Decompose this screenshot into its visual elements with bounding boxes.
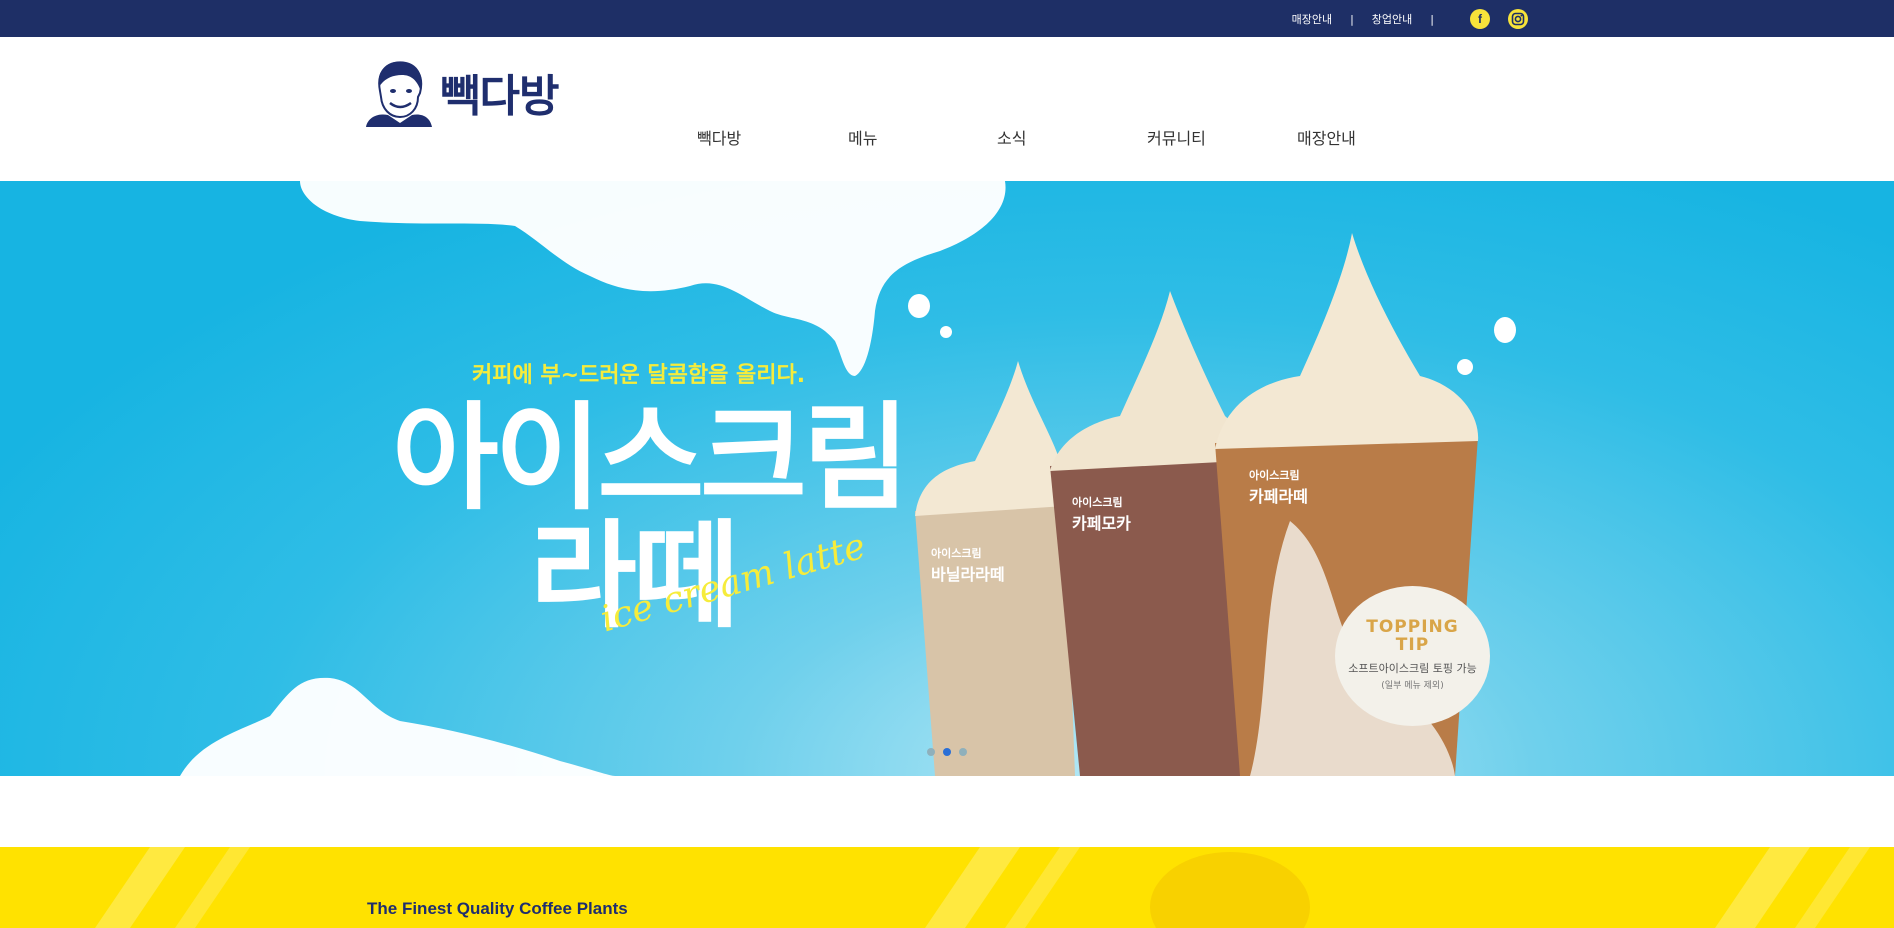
hero-subtitle: 커피에 부~드러운 달콤함을 올리다. — [472, 363, 806, 388]
milk-drop — [908, 294, 930, 318]
tip-title-line2: TIP — [1395, 635, 1430, 655]
hero-title-line1: 아이스크림 — [392, 391, 910, 526]
franchise-info-link[interactable]: 창업안내 — [1372, 11, 1412, 27]
cup-label-latte: 아이스크림 카페라떼 — [1249, 467, 1308, 507]
milk-splash-top — [300, 181, 1006, 376]
cup-label-small: 아이스크림 — [931, 547, 982, 560]
diagonal-stripes — [95, 847, 1870, 928]
facebook-glyph: f — [1478, 12, 1482, 26]
store-info-link[interactable]: 매장안내 — [1292, 11, 1332, 27]
slide-dot-3[interactable] — [959, 748, 967, 756]
slide-dot-2[interactable] — [943, 748, 951, 756]
top-utility-bar: 매장안내 | 창업안내 | f — [0, 0, 1894, 37]
milk-drop — [940, 326, 952, 338]
tip-title-line1: TOPPING — [1366, 617, 1459, 637]
facebook-icon[interactable]: f — [1470, 9, 1490, 29]
hero-artwork — [180, 181, 1516, 776]
founder-portrait-icon — [366, 61, 432, 127]
milk-drop — [1457, 359, 1473, 375]
cup-label-vanilla: 아이스크림 바닐라라떼 — [931, 545, 1005, 585]
separator: | — [1430, 12, 1434, 26]
cup-label-name: 바닐라라떼 — [931, 565, 1005, 584]
quality-section: The Finest Quality Coffee Plants — [0, 847, 1894, 928]
top-links: 매장안내 | 창업안내 | f — [1292, 9, 1528, 29]
tip-description: 소프트아이스크림 토핑 가능 — [1348, 662, 1477, 675]
section-title: The Finest Quality Coffee Plants — [367, 899, 628, 918]
cup-label-small: 아이스크림 — [1249, 469, 1300, 482]
site-header: 빽다방 빽다방 메뉴 소식 커뮤니티 매장안내 — [0, 37, 1894, 181]
slide-pagination — [927, 748, 975, 756]
cup-label-name: 카페모카 — [1072, 514, 1131, 533]
cup-label-small: 아이스크림 — [1072, 496, 1123, 509]
tip-note: (일부 메뉴 제외) — [1381, 681, 1444, 691]
cup-mocha-foam — [1050, 291, 1243, 471]
cup-vanilla-foam — [915, 361, 1069, 516]
nav-item-menu[interactable]: 메뉴 — [848, 125, 877, 149]
logo-text: 빽다방 — [440, 71, 559, 122]
main-nav: 빽다방 메뉴 소식 커뮤니티 매장안내 — [0, 125, 1894, 155]
separator: | — [1350, 12, 1354, 26]
instagram-icon[interactable] — [1508, 9, 1528, 29]
milk-drop — [1494, 317, 1516, 343]
instagram-glyph — [1511, 12, 1525, 26]
slide-dot-1[interactable] — [927, 748, 935, 756]
brand-logo[interactable]: 빽다방 — [366, 57, 559, 127]
hero-banner[interactable]: 커피에 부~드러운 달콤함을 올리다. 아이스크림 라떼 ice cream l… — [0, 181, 1894, 776]
cup-latte-foam — [1215, 233, 1479, 449]
nav-item-brand[interactable]: 빽다방 — [697, 125, 741, 149]
milk-splash-bottom — [180, 677, 615, 776]
nav-item-community[interactable]: 커뮤니티 — [1147, 125, 1206, 149]
topping-tip-badge: TOPPING TIP 소프트아이스크림 토핑 가능 (일부 메뉴 제외) — [1335, 586, 1490, 726]
nav-item-news[interactable]: 소식 — [997, 125, 1026, 149]
cup-vanilla — [915, 501, 1075, 776]
cup-label-mocha: 아이스크림 카페모카 — [1072, 494, 1131, 534]
cup-label-name: 카페라떼 — [1249, 487, 1308, 506]
nav-item-stores[interactable]: 매장안내 — [1297, 125, 1356, 149]
